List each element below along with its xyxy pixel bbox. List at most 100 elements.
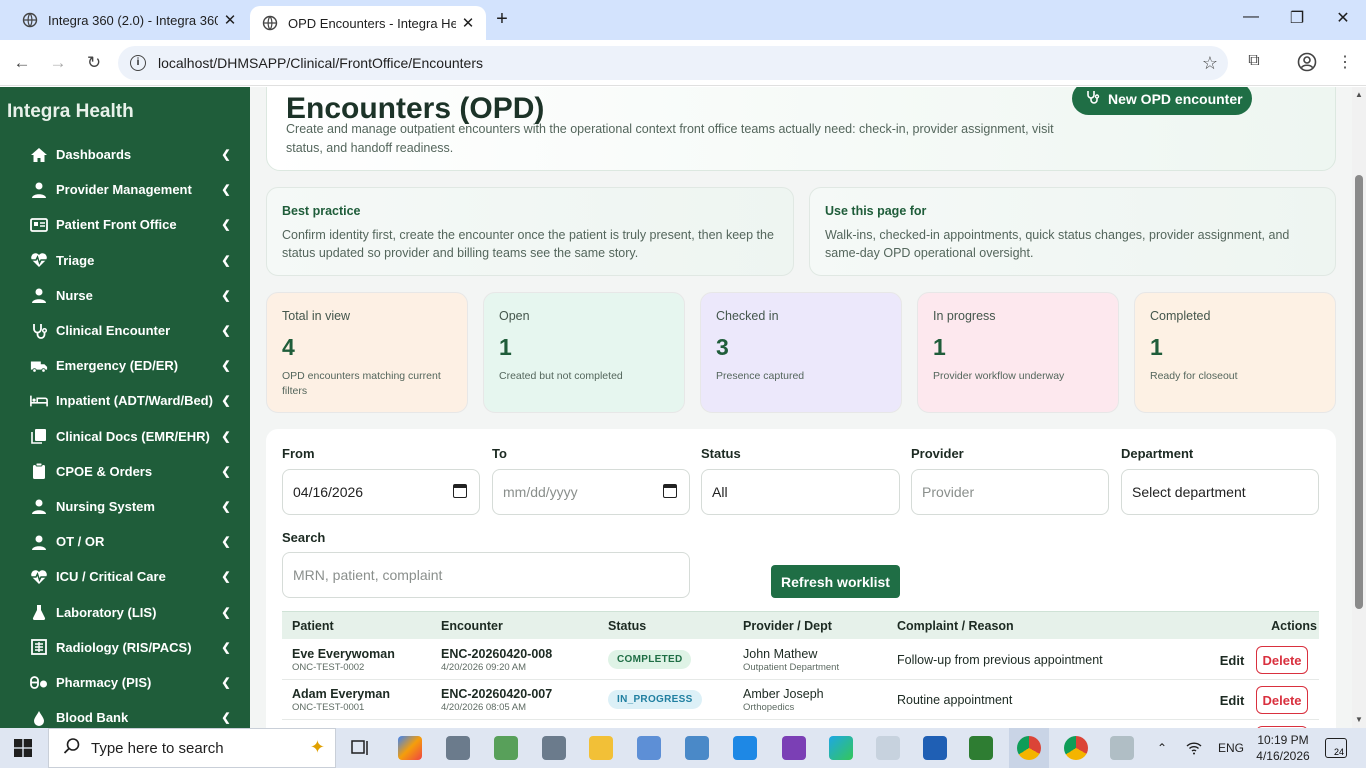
heart-pulse-icon — [30, 251, 48, 269]
clipboard-icon — [30, 462, 48, 480]
to-date-input[interactable]: mm/dd/yyyy — [492, 469, 690, 515]
sidebar-item-label: Dashboards — [56, 147, 132, 163]
scrollbar-thumb[interactable] — [1355, 175, 1363, 609]
close-tab-icon[interactable]: ✕ — [218, 11, 242, 29]
provider-input[interactable]: Provider — [911, 469, 1109, 515]
network-tool-icon[interactable] — [876, 736, 900, 760]
sidebar-item-nurse[interactable]: Nurse ❮ — [0, 278, 250, 313]
chevron-left-icon: ❮ — [221, 360, 231, 373]
delete-button[interactable]: Delete — [1256, 646, 1308, 674]
sidebar-item-cpoe-orders[interactable]: CPOE & Orders ❮ — [0, 454, 250, 489]
edit-button[interactable]: Edit — [1212, 686, 1252, 714]
url-input[interactable]: i localhost/DHMSAPP/Clinical/FrontOffice… — [118, 46, 1228, 80]
browser-tab-opd-encounters[interactable]: OPD Encounters - Integra Healt ✕ — [250, 6, 486, 40]
tray-chevron-icon[interactable]: ⌃ — [1157, 728, 1167, 768]
sidebar-item-label: Provider Management — [56, 182, 192, 198]
globe-icon — [22, 12, 38, 28]
edit-button[interactable]: Edit — [1212, 646, 1252, 674]
sidebar-item-triage[interactable]: Triage ❮ — [0, 243, 250, 278]
taskbar-clock[interactable]: 10:19 PM 4/16/2026 — [1255, 732, 1311, 764]
close-tab-icon[interactable]: ✕ — [456, 14, 480, 32]
tools-green-icon[interactable] — [494, 736, 518, 760]
table-row[interactable]: Eve Everywoman ONC-TEST-0002 ENC-2026042… — [282, 640, 1319, 680]
restore-icon[interactable]: ❐ — [1274, 8, 1320, 32]
delete-button[interactable]: Delete — [1256, 686, 1308, 714]
status-select[interactable]: All — [701, 469, 900, 515]
cast-icon[interactable]: ⧉ — [1243, 52, 1265, 74]
notification-icon[interactable]: 24 — [1325, 738, 1347, 758]
close-window-icon[interactable]: ✕ — [1320, 8, 1366, 32]
scroll-down-icon[interactable]: ▼ — [1355, 715, 1363, 724]
calendar-icon[interactable] — [453, 484, 467, 498]
nurse-icon — [30, 497, 48, 515]
sidebar-item-dashboards[interactable]: Dashboards ❮ — [0, 137, 250, 172]
col-provider-dept: Provider / Dept — [743, 619, 832, 633]
department-select[interactable]: Select department — [1121, 469, 1319, 515]
sidebar-item-inpatient-adt-ward-bed[interactable]: Inpatient (ADT/Ward/Bed) ❮ — [0, 383, 250, 418]
wifi-icon[interactable] — [1186, 728, 1202, 768]
stat-card-total-in-view: Total in view 4 OPD encounters matching cu… — [266, 292, 468, 413]
copilot-icon[interactable] — [398, 736, 422, 760]
edge-icon[interactable] — [829, 736, 853, 760]
browser-tab-integra360[interactable]: Integra 360 (2.0) - Integra 360 ✕ — [8, 0, 248, 40]
sidebar-item-clinical-docs-emr-ehr[interactable]: Clinical Docs (EMR/EHR) ❮ — [0, 419, 250, 454]
scroll-up-icon[interactable]: ▲ — [1355, 90, 1363, 99]
task-view-icon[interactable] — [348, 736, 372, 760]
chrome-icon[interactable] — [1064, 736, 1088, 760]
encounter-datetime: 4/20/2026 09:20 AM — [441, 662, 527, 673]
page-scrollbar[interactable]: ▲ ▼ — [1352, 87, 1366, 728]
sidebar-item-label: OT / OR — [56, 534, 105, 550]
table-row[interactable] — [282, 720, 1319, 728]
building-icon[interactable] — [637, 736, 661, 760]
bookmark-star-icon[interactable]: ☆ — [1202, 53, 1218, 74]
reload-icon[interactable]: ↻ — [83, 52, 105, 74]
sidebar-item-laboratory-lis[interactable]: Laboratory (LIS) ❮ — [0, 594, 250, 629]
sidebar-item-patient-front-office[interactable]: Patient Front Office ❮ — [0, 207, 250, 242]
sidebar-item-provider-management[interactable]: Provider Management ❮ — [0, 172, 250, 207]
sidebar-item-label: CPOE & Orders — [56, 463, 153, 479]
sidebar-item-blood-bank[interactable]: Blood Bank ❮ — [0, 700, 250, 728]
profile-icon[interactable] — [1296, 52, 1318, 74]
search-input[interactable]: MRN, patient, complaint — [282, 552, 690, 598]
new-tab-button[interactable]: + — [490, 8, 514, 32]
site-info-icon[interactable]: i — [130, 55, 146, 71]
sidebar-item-clinical-encounter[interactable]: Clinical Encounter ❮ — [0, 313, 250, 348]
sidebar-item-icu-critical-care[interactable]: ICU / Critical Care ❮ — [0, 559, 250, 594]
search-label: Search — [282, 530, 326, 545]
nurse-icon — [30, 286, 48, 304]
notepad-plus-icon[interactable] — [969, 736, 993, 760]
sidebar-item-nursing-system[interactable]: Nursing System ❮ — [0, 489, 250, 524]
remote-desktop-icon[interactable] — [685, 736, 709, 760]
paint-icon[interactable] — [1110, 736, 1134, 760]
language-indicator[interactable]: ENG — [1218, 728, 1244, 768]
taskbar-search-input[interactable]: Type here to search ✦ — [48, 728, 336, 768]
col-patient: Patient — [292, 619, 334, 633]
home-icon — [30, 146, 48, 164]
from-date-input[interactable]: 04/16/2026 — [282, 469, 480, 515]
sidebar-item-emergency-ed-er[interactable]: Emergency (ED/ER) ❮ — [0, 348, 250, 383]
globe-icon — [262, 15, 278, 31]
file-explorer-icon[interactable] — [589, 736, 613, 760]
sidebar-item-ot-or[interactable]: OT / OR ❮ — [0, 524, 250, 559]
tools-icon[interactable] — [446, 736, 470, 760]
forward-icon[interactable]: → — [47, 52, 69, 74]
new-opd-encounter-button[interactable]: New OPD encounter — [1072, 87, 1252, 115]
col-status: Status — [608, 619, 647, 633]
use-this-page-card: Use this page for Walk-ins, checked-in a… — [809, 187, 1336, 276]
sidebar-item-pharmacy-pis[interactable]: Pharmacy (PIS) ❮ — [0, 665, 250, 700]
chevron-left-icon: ❮ — [221, 430, 231, 443]
menu-kebab-icon[interactable]: ⋮ — [1334, 52, 1356, 74]
vscode-icon[interactable] — [733, 736, 757, 760]
refresh-worklist-button[interactable]: Refresh worklist — [771, 565, 900, 598]
table-row[interactable]: Adam Everyman ONC-TEST-0001 ENC-20260420… — [282, 680, 1319, 720]
sidebar-item-radiology-ris-pacs[interactable]: Radiology (RIS/PACS) ❮ — [0, 630, 250, 665]
windows-start-icon[interactable] — [14, 739, 32, 757]
back-icon[interactable]: ← — [11, 52, 33, 74]
visual-studio-icon[interactable] — [782, 736, 806, 760]
calendar-icon[interactable] — [663, 484, 677, 498]
tools-icon[interactable] — [542, 736, 566, 760]
chrome-icon[interactable] — [1017, 736, 1041, 760]
minimize-icon[interactable]: — — [1228, 8, 1274, 32]
word-icon[interactable] — [923, 736, 947, 760]
stat-card-open: Open 1 Created but not completed — [483, 292, 685, 413]
